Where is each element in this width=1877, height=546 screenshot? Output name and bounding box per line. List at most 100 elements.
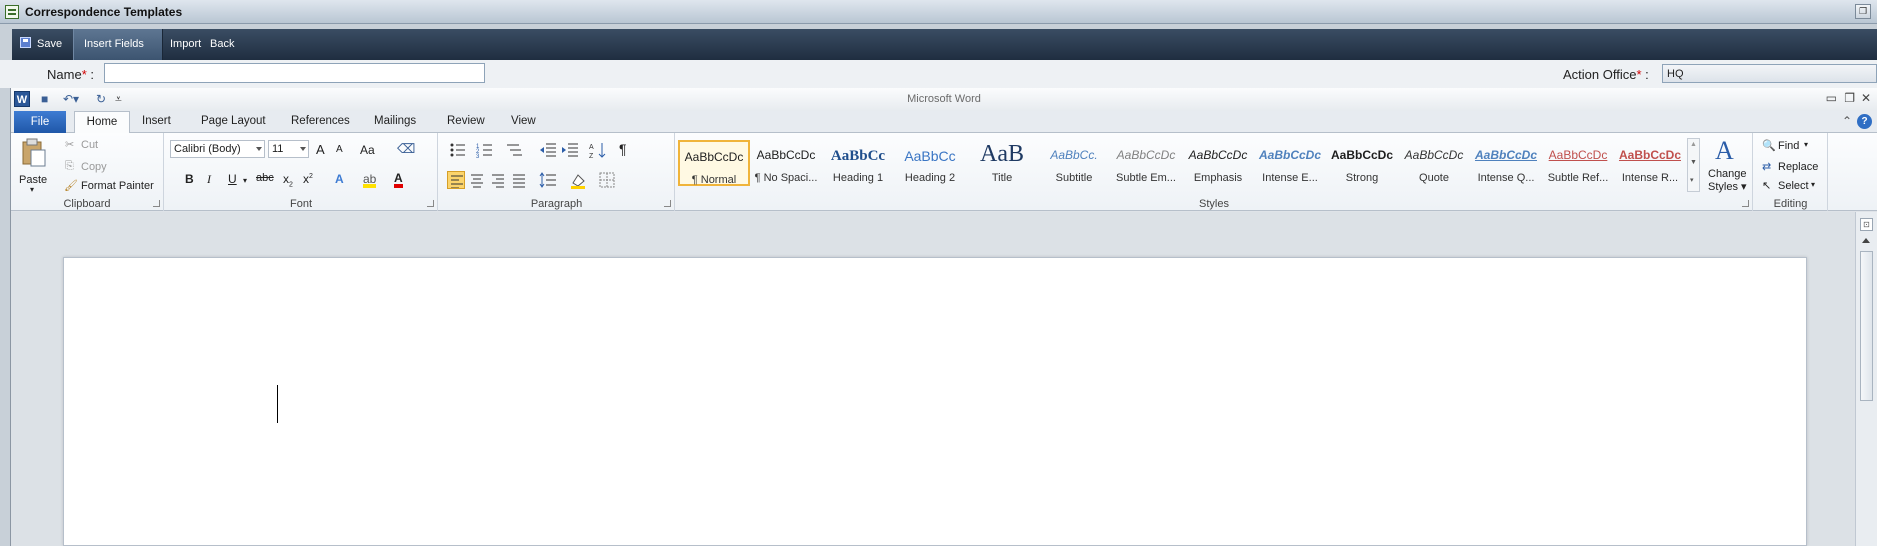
superscript-button[interactable]: x2 xyxy=(303,172,313,186)
text-effects-button[interactable]: A xyxy=(335,172,344,186)
style-intense-quote[interactable]: AaBbCcDc Intense Q... xyxy=(1470,140,1542,186)
style-intense-emphasis[interactable]: AaBbCcDc Intense E... xyxy=(1254,140,1326,186)
restore-window-icon[interactable]: ❐ xyxy=(1855,4,1871,19)
style-heading-2[interactable]: AaBbCc Heading 2 xyxy=(894,140,966,186)
align-right-icon[interactable] xyxy=(489,171,507,189)
app-title: Correspondence Templates xyxy=(25,5,183,19)
tab-file[interactable]: File xyxy=(14,111,66,133)
style-normal[interactable]: AaBbCcDc ¶ Normal xyxy=(678,140,750,186)
ribbon-home: Paste ▾ ✂ Cut ⎘ Copy 🖌 Format Painter Cl… xyxy=(11,133,1877,211)
tab-references[interactable]: References xyxy=(291,115,350,127)
name-input[interactable] xyxy=(104,63,485,83)
tab-mailings[interactable]: Mailings xyxy=(374,115,416,127)
insert-fields-button[interactable]: Insert Fields xyxy=(73,29,163,78)
paste-dropdown-icon: ▾ xyxy=(30,185,35,194)
style-emphasis[interactable]: AaBbCcDc Emphasis xyxy=(1182,140,1254,186)
decrease-indent-icon[interactable] xyxy=(539,141,557,159)
template-form: Name* : Action Office* : HQ xyxy=(0,60,1877,88)
clipboard-group-label: Clipboard xyxy=(63,198,111,210)
multilevel-list-icon[interactable] xyxy=(505,141,523,159)
back-button[interactable]: Back xyxy=(210,29,234,60)
vertical-scrollbar[interactable]: ⊡ xyxy=(1855,212,1877,546)
font-size-select[interactable]: 11 xyxy=(268,140,309,158)
sort-icon[interactable]: AZ xyxy=(589,141,607,159)
paragraph-group: 123 AZ ¶ Paragraph xyxy=(439,133,675,211)
strikethrough-button[interactable]: abc xyxy=(256,172,274,184)
gallery-more-icon[interactable]: ▾ xyxy=(1690,176,1694,184)
tab-view[interactable]: View xyxy=(511,115,536,127)
align-center-icon[interactable] xyxy=(468,171,486,189)
font-family-select[interactable]: Calibri (Body) xyxy=(170,140,265,158)
minimize-icon[interactable]: ▭ xyxy=(1826,91,1837,105)
highlight-color-icon[interactable]: ab xyxy=(363,172,377,188)
document-page[interactable] xyxy=(63,257,1807,546)
clipboard-group: Paste ▾ ✂ Cut ⎘ Copy 🖌 Format Painter Cl… xyxy=(11,133,164,211)
tab-review[interactable]: Review xyxy=(447,115,485,127)
style-subtle-reference[interactable]: AaBbCcDc Subtle Ref... xyxy=(1542,140,1614,186)
style-strong[interactable]: AaBbCcDc Strong xyxy=(1326,140,1398,186)
maximize-icon[interactable]: ❐ xyxy=(1844,91,1855,105)
subscript-button[interactable]: x2 xyxy=(283,172,293,188)
find-dropdown-icon: ▾ xyxy=(1804,140,1809,149)
font-group: Calibri (Body) 11 A A Aa ⌫ B I U ▾ abc x… xyxy=(165,133,438,211)
line-spacing-icon[interactable] xyxy=(539,171,557,189)
word-editor: W ■ ↶▾ ↻ ⩡ Microsoft Word ▭ ❐ ✕ File Hom… xyxy=(10,88,1877,546)
style-heading-1[interactable]: AaBbCc Heading 1 xyxy=(822,140,894,186)
styles-group-label: Styles xyxy=(1199,198,1229,210)
italic-button[interactable]: I xyxy=(207,172,211,187)
bullets-icon[interactable] xyxy=(449,141,467,159)
numbering-icon[interactable]: 123 xyxy=(476,141,494,159)
clear-formatting-icon[interactable]: ⌫ xyxy=(397,141,415,157)
increase-indent-icon[interactable] xyxy=(561,141,579,159)
gallery-up-icon[interactable]: ▲ xyxy=(1690,141,1697,148)
style-no-spacing[interactable]: AaBbCcDc ¶ No Spaci... xyxy=(750,140,822,186)
scrollbar-thumb[interactable] xyxy=(1860,251,1873,401)
font-color-button[interactable]: A xyxy=(394,172,403,188)
select-dropdown-icon: ▾ xyxy=(1811,180,1816,189)
view-ruler-icon[interactable]: ⊡ xyxy=(1860,218,1873,231)
app-icon xyxy=(5,5,19,19)
style-subtitle[interactable]: AaBbCc. Subtitle xyxy=(1038,140,1110,186)
styles-launcher-icon[interactable] xyxy=(1742,200,1749,207)
justify-icon[interactable] xyxy=(510,171,528,189)
underline-button[interactable]: U xyxy=(228,172,237,186)
import-button[interactable]: Import xyxy=(170,29,201,60)
font-launcher-icon[interactable] xyxy=(427,200,434,207)
minimize-ribbon-icon[interactable]: ⌃ xyxy=(1842,114,1852,128)
style-title[interactable]: AaB Title xyxy=(966,140,1038,186)
underline-dropdown-icon[interactable]: ▾ xyxy=(243,176,247,185)
show-formatting-button[interactable]: ¶ xyxy=(619,141,627,157)
tab-page-layout[interactable]: Page Layout xyxy=(201,115,266,127)
align-left-icon[interactable] xyxy=(447,171,465,189)
name-label: Name* : xyxy=(47,67,94,82)
style-subtle-emphasis[interactable]: AaBbCcDc Subtle Em... xyxy=(1110,140,1182,186)
clipboard-launcher-icon[interactable] xyxy=(153,200,160,207)
style-intense-reference[interactable]: AaBbCcDc Intense R... xyxy=(1614,140,1686,186)
tab-insert[interactable]: Insert xyxy=(142,115,171,127)
shading-icon[interactable] xyxy=(569,171,587,189)
paragraph-group-label: Paragraph xyxy=(530,198,583,210)
close-icon[interactable]: ✕ xyxy=(1861,91,1871,105)
tab-home[interactable]: Home xyxy=(74,111,130,134)
gallery-down-icon[interactable]: ▼ xyxy=(1690,159,1697,166)
select-icon: ↖ xyxy=(1762,180,1772,192)
paragraph-launcher-icon[interactable] xyxy=(664,200,671,207)
help-icon[interactable]: ? xyxy=(1857,114,1872,129)
copy-icon: ⎘ xyxy=(65,160,74,172)
shrink-font-button[interactable]: A xyxy=(336,144,343,155)
style-quote[interactable]: AaBbCcDc Quote xyxy=(1398,140,1470,186)
editing-group-label: Editing xyxy=(1773,198,1808,210)
scroll-up-icon[interactable] xyxy=(1862,238,1870,243)
change-styles-button[interactable]: A Change Styles ▾ xyxy=(1706,135,1750,195)
borders-icon[interactable] xyxy=(598,171,616,189)
cut-icon: ✂ xyxy=(65,139,75,151)
font-group-label: Font xyxy=(289,198,312,210)
save-button[interactable]: Save xyxy=(20,29,62,60)
grow-font-button[interactable]: A xyxy=(316,142,325,157)
paste-button[interactable]: Paste ▾ xyxy=(17,136,51,194)
word-window-title: Microsoft Word xyxy=(907,93,981,105)
styles-gallery-scroll[interactable]: ▲ ▼ ▾ xyxy=(1687,138,1700,192)
action-office-select[interactable]: HQ xyxy=(1662,64,1877,83)
change-case-button[interactable]: Aa xyxy=(360,143,375,157)
bold-button[interactable]: B xyxy=(185,172,194,186)
